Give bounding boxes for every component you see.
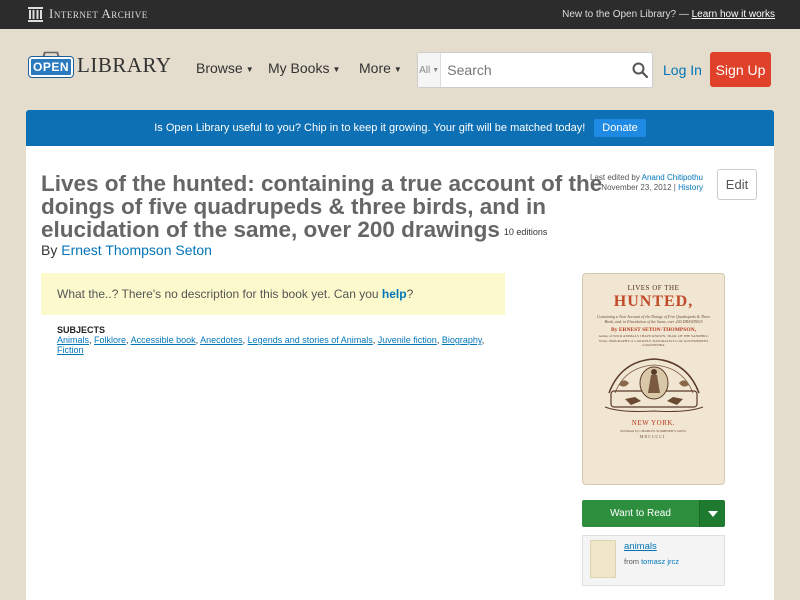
description-text: What the..? There's no description for t… [57,287,379,301]
edited-prefix: Last edited by [590,173,640,182]
caret-down-icon: ▼ [332,64,341,74]
subjects-header: SUBJECTS [57,325,106,335]
cover-publisher: Published by CHARLES SCRIBNER'S SONS. [620,428,687,433]
subject-link[interactable]: Anecdotes [200,335,243,345]
caret-down-icon: ▼ [245,64,254,74]
description-box: What the..? There's no description for t… [41,273,505,315]
edited-by-link[interactable]: Anand Chitipothu [642,173,703,182]
list-from-label: from [624,557,639,566]
byline: By Ernest Thompson Seton [41,242,212,258]
nav-browse-label: Browse [196,60,243,76]
list-card[interactable]: animals from tomasz jrcz [582,535,725,586]
cover-author: By ERNEST SETON-THOMPSON, [611,327,696,333]
subject-link[interactable]: Accessible book [131,335,196,345]
archive-building-icon [28,6,43,22]
open-library-logo[interactable]: OPEN LIBRARY [29,51,172,79]
cover-subtitle: Containing a True Account of the Doings … [596,314,711,324]
donation-banner: Is Open Library useful to you? Chip in t… [26,110,774,146]
nav-browse[interactable]: Browse ▼ [196,60,254,76]
by-label: By [41,242,58,258]
want-to-read-control: Want to Read [582,500,725,527]
search-input[interactable] [441,53,629,87]
help-link[interactable]: help [382,287,407,301]
caret-down-icon: ▼ [432,66,440,74]
subject-link[interactable]: Juvenile fiction [378,335,437,345]
logo-wordmark: LIBRARY [77,52,172,77]
cover-line2: HUNTED, [613,293,694,310]
subject-link[interactable]: Legends and stories of Animals [248,335,373,345]
cover-place: NEW YORK. [631,418,676,427]
editions-count[interactable]: 10 editions [504,227,548,237]
book-page: Lives of the hunted: containing a true a… [26,146,774,600]
history-link[interactable]: History [678,183,703,192]
book-title: Lives of the hunted: containing a true a… [41,172,641,244]
donation-text: Is Open Library useful to you? Chip in t… [154,122,586,134]
internet-archive-logo[interactable]: Internet Archive [28,6,148,22]
want-to-read-dropdown[interactable] [699,500,725,527]
donate-button[interactable]: Donate [594,119,646,137]
search-scope-label: All [419,64,431,76]
want-to-read-button[interactable]: Want to Read [582,500,699,527]
login-link[interactable]: Log In [663,62,702,78]
search-scope-select[interactable]: All ▼ [418,53,442,87]
caret-down-icon [707,510,718,517]
site-header: OPEN LIBRARY Browse ▼ My Books ▼ More ▼ All… [0,29,800,109]
cover-year: MDCCCCI. [639,433,668,439]
cover-engraving-icon [604,357,703,412]
internet-archive-bar: Internet Archive New to the Open Library… [0,0,800,29]
author-link[interactable]: Ernest Thompson Seton [61,242,212,258]
open-sign-icon: OPEN [29,51,73,79]
new-user-prompt: New to the Open Library? — Learn how it … [562,9,775,20]
last-edited: Last edited by Anand Chitipothu November… [590,173,703,193]
cover-author-credits: Author of WILD ANIMALS I HAVE KNOWN, TRA… [598,334,709,347]
caret-down-icon: ▼ [393,64,402,74]
subject-link[interactable]: Biography [442,335,482,345]
nav-more[interactable]: More ▼ [359,60,402,76]
nav-my-books[interactable]: My Books ▼ [268,60,340,76]
nav-my-books-label: My Books [268,60,330,76]
edited-sep: | [673,183,676,192]
edit-button[interactable]: Edit [717,169,757,200]
edited-date: November 23, 2012 [601,183,672,192]
subject-link[interactable]: Animals [57,335,89,345]
list-owner: from tomasz jrcz [624,557,679,566]
internet-archive-text: Internet Archive [49,6,148,21]
description-suffix: ? [406,287,414,301]
search-bar: All ▼ [417,52,653,88]
search-icon[interactable] [628,53,652,87]
list-thumbnail [590,540,616,578]
list-owner-link[interactable]: tomasz jrcz [641,557,679,566]
signup-button[interactable]: Sign Up [710,52,771,87]
learn-how-link[interactable]: Learn how it works [692,9,775,20]
subject-link[interactable]: Folklore [94,335,126,345]
subject-link[interactable]: Fiction [57,345,84,355]
subjects-section: SUBJECTS Animals, Folklore, Accessible b… [57,325,507,355]
new-user-text: New to the Open Library? — [562,9,689,20]
subjects-list: Animals, Folklore, Accessible book, Anec… [57,335,485,355]
nav-more-label: More [359,60,391,76]
book-cover[interactable]: LIVES OF THE HUNTED, Containing a True A… [582,273,725,485]
cover-line1: LIVES OF THE [627,284,680,292]
list-name-link[interactable]: animals [624,541,657,552]
